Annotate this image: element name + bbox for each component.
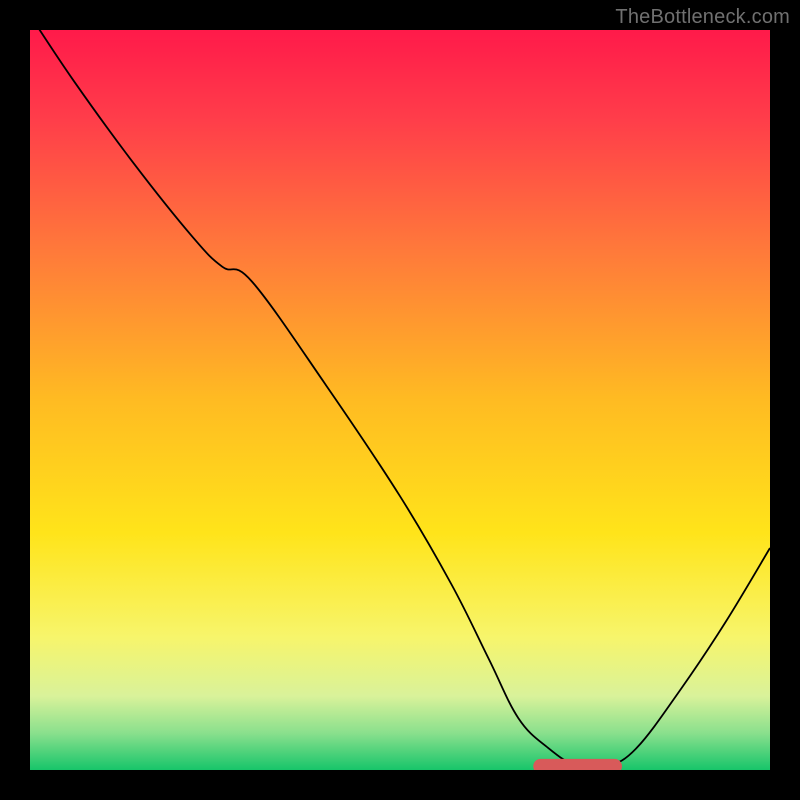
watermark-text: TheBottleneck.com <box>615 6 790 29</box>
optimum-marker <box>533 759 622 770</box>
bottleneck-chart <box>30 30 770 770</box>
chart-background <box>30 30 770 770</box>
chart-svg <box>30 30 770 770</box>
